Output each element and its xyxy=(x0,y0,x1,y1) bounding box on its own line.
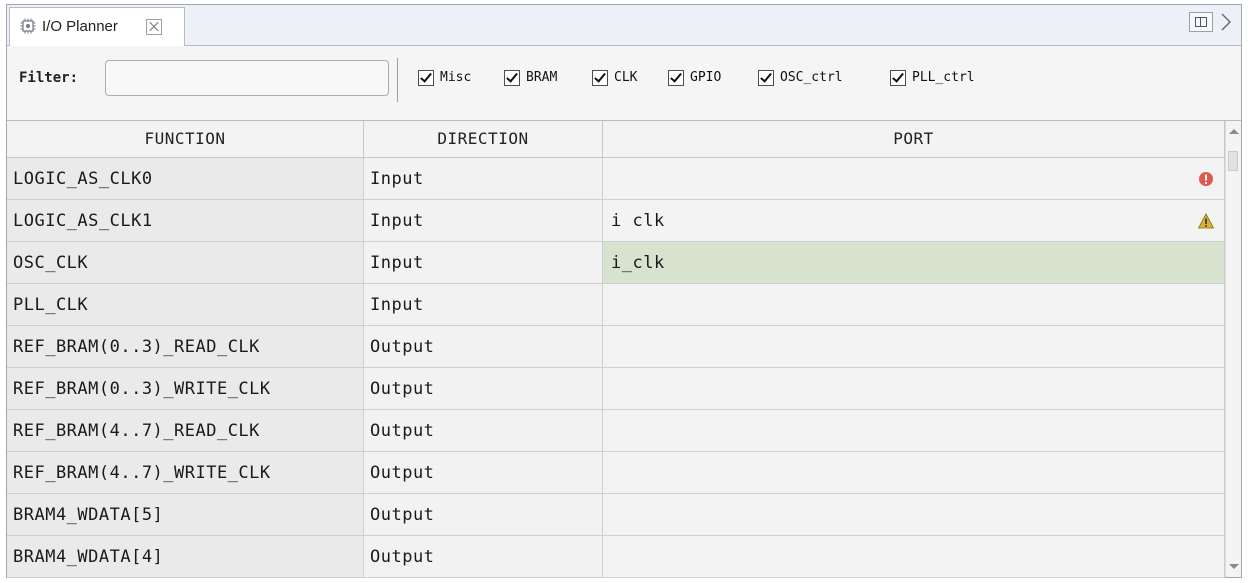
checkbox-label: Misc xyxy=(440,70,472,85)
checkbox-checked-icon[interactable] xyxy=(504,70,520,86)
function-cell[interactable]: REF_BRAM(0..3)_WRITE_CLK xyxy=(7,368,364,410)
warning-icon xyxy=(1198,213,1214,229)
maximize-icon[interactable] xyxy=(1189,12,1213,32)
filter-input[interactable] xyxy=(105,60,389,96)
close-icon[interactable] xyxy=(146,19,162,35)
port-cell[interactable] xyxy=(603,326,1225,368)
port-cell[interactable] xyxy=(603,494,1225,536)
port-cell[interactable] xyxy=(603,158,1225,200)
checkbox-label: CLK xyxy=(614,70,638,85)
table-row[interactable]: LOGIC_AS_CLK0 Input xyxy=(7,158,1225,200)
tab-io-planner[interactable]: I/O Planner xyxy=(9,7,185,46)
port-cell[interactable]: i clk xyxy=(603,200,1225,242)
checkbox-checked-icon[interactable] xyxy=(418,70,434,86)
filter-label: Filter: xyxy=(19,70,79,86)
checkbox-label: OSC_ctrl xyxy=(780,70,843,85)
port-cell[interactable] xyxy=(603,410,1225,452)
checkbox-label: PLL_ctrl xyxy=(912,70,975,85)
divider xyxy=(397,58,398,102)
port-value: i clk xyxy=(611,211,665,231)
checkbox-checked-icon[interactable] xyxy=(668,70,684,86)
function-cell[interactable]: BRAM4_WDATA[5] xyxy=(7,494,364,536)
direction-cell[interactable]: Output xyxy=(364,494,603,536)
table-row[interactable]: REF_BRAM(0..3)_WRITE_CLK Output xyxy=(7,368,1225,410)
chip-wrench-icon xyxy=(20,18,36,34)
port-cell[interactable] xyxy=(603,536,1225,578)
table-row[interactable]: REF_BRAM(4..7)_WRITE_CLK Output xyxy=(7,452,1225,494)
checkbox-label: GPIO xyxy=(690,70,722,85)
function-cell[interactable]: BRAM4_WDATA[4] xyxy=(7,536,364,578)
column-header-direction[interactable]: DIRECTION xyxy=(364,121,603,158)
scroll-thumb[interactable] xyxy=(1228,151,1238,171)
direction-cell[interactable]: Input xyxy=(364,158,603,200)
direction-cell[interactable]: Input xyxy=(364,284,603,326)
table-row[interactable]: BRAM4_WDATA[4] Output xyxy=(7,536,1225,578)
table-row[interactable]: REF_BRAM(0..3)_READ_CLK Output xyxy=(7,326,1225,368)
function-cell[interactable]: LOGIC_AS_CLK1 xyxy=(7,200,364,242)
scroll-down-icon[interactable] xyxy=(1229,564,1239,569)
scroll-up-icon[interactable] xyxy=(1229,129,1239,134)
direction-cell[interactable]: Input xyxy=(364,200,603,242)
table-row[interactable]: LOGIC_AS_CLK1 Input i clk xyxy=(7,200,1225,242)
io-table: FUNCTION DIRECTION PORT LOGIC_AS_CLK0 In… xyxy=(7,121,1225,578)
table-row[interactable]: REF_BRAM(4..7)_READ_CLK Output xyxy=(7,410,1225,452)
function-cell[interactable]: REF_BRAM(4..7)_WRITE_CLK xyxy=(7,452,364,494)
port-cell[interactable] xyxy=(603,284,1225,326)
table-row[interactable]: PLL_CLK Input xyxy=(7,284,1225,326)
function-cell[interactable]: REF_BRAM(4..7)_READ_CLK xyxy=(7,410,364,452)
checkbox-label: BRAM xyxy=(526,70,558,85)
chevron-right-icon[interactable] xyxy=(1217,11,1235,33)
vertical-scrollbar[interactable] xyxy=(1225,121,1241,577)
direction-cell[interactable]: Output xyxy=(364,368,603,410)
direction-cell[interactable]: Output xyxy=(364,326,603,368)
function-cell[interactable]: LOGIC_AS_CLK0 xyxy=(7,158,364,200)
column-header-function[interactable]: FUNCTION xyxy=(7,121,364,158)
function-cell[interactable]: REF_BRAM(0..3)_READ_CLK xyxy=(7,326,364,368)
port-cell-selected[interactable]: i_clk xyxy=(603,242,1225,284)
port-cell[interactable] xyxy=(603,368,1225,410)
checkbox-checked-icon[interactable] xyxy=(890,70,906,86)
function-cell[interactable]: OSC_CLK xyxy=(7,242,364,284)
tab-bar: I/O Planner xyxy=(7,5,1241,46)
direction-cell[interactable]: Output xyxy=(364,452,603,494)
function-cell[interactable]: PLL_CLK xyxy=(7,284,364,326)
filter-bar: Filter: Misc BRAM CLK GPIO OSC_ctrl PLL_… xyxy=(7,46,1241,121)
table-row[interactable]: BRAM4_WDATA[5] Output xyxy=(7,494,1225,536)
column-header-port[interactable]: PORT xyxy=(603,121,1225,158)
table-row[interactable]: OSC_CLK Input i_clk xyxy=(7,242,1225,284)
port-cell[interactable] xyxy=(603,452,1225,494)
direction-cell[interactable]: Output xyxy=(364,536,603,578)
tab-title: I/O Planner xyxy=(42,18,118,35)
checkbox-checked-icon[interactable] xyxy=(758,70,774,86)
error-icon xyxy=(1199,172,1213,186)
direction-cell[interactable]: Input xyxy=(364,242,603,284)
direction-cell[interactable]: Output xyxy=(364,410,603,452)
io-planner-panel: I/O Planner Filter: Misc BRAM CLK GPIO O… xyxy=(6,4,1242,578)
checkbox-checked-icon[interactable] xyxy=(592,70,608,86)
